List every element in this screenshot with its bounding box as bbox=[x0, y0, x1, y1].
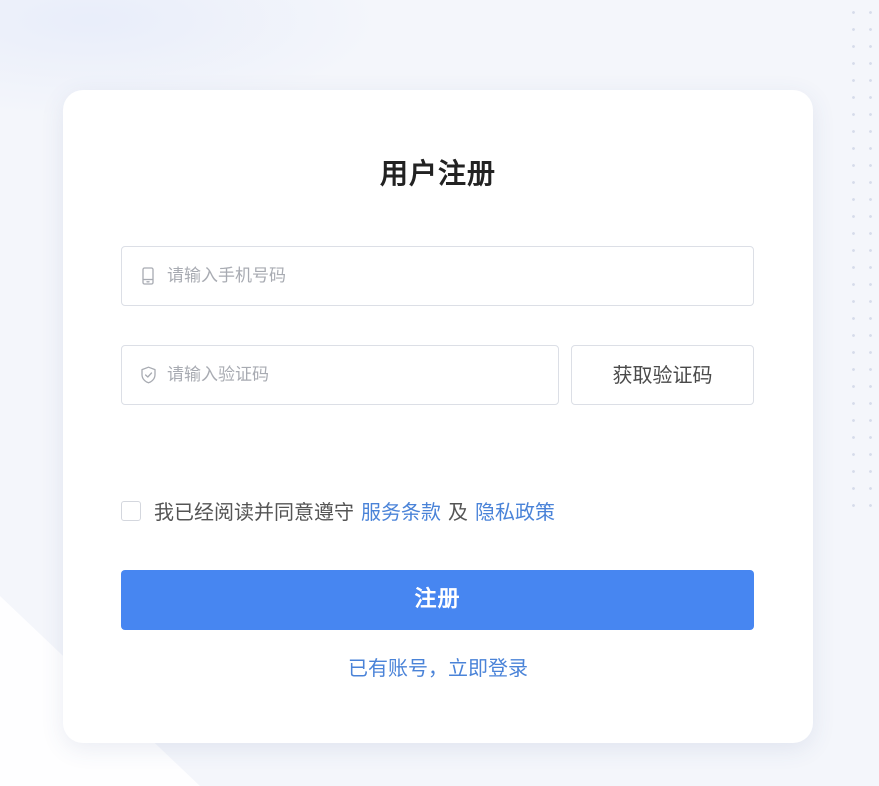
terms-link[interactable]: 服务条款 bbox=[361, 496, 441, 525]
register-button[interactable]: 注册 bbox=[121, 570, 754, 630]
agreement-text: 我已经阅读并同意遵守 bbox=[154, 500, 354, 524]
verification-code-field[interactable] bbox=[121, 345, 559, 405]
verification-code-input[interactable] bbox=[167, 346, 558, 404]
phone-field[interactable] bbox=[121, 246, 754, 306]
agreement-connector: 及 bbox=[448, 500, 468, 524]
agreement-row: 我已经阅读并同意遵守 服务条款 及 隐私政策 bbox=[121, 496, 555, 525]
background-dot-pattern bbox=[839, 0, 879, 520]
get-code-button[interactable]: 获取验证码 bbox=[571, 345, 754, 405]
page-title: 用户注册 bbox=[379, 157, 496, 190]
shield-check-icon bbox=[139, 366, 157, 384]
login-link[interactable]: 已有账号，立即登录 bbox=[63, 652, 813, 681]
agreement-checkbox[interactable] bbox=[121, 500, 141, 521]
privacy-link[interactable]: 隐私政策 bbox=[475, 496, 555, 525]
phone-input[interactable] bbox=[167, 247, 753, 305]
mobile-phone-icon bbox=[139, 267, 157, 285]
register-card: 用户注册 获取验证码 我已经阅读并同意遵守 服务条款 及 隐私政策 bbox=[63, 90, 813, 743]
